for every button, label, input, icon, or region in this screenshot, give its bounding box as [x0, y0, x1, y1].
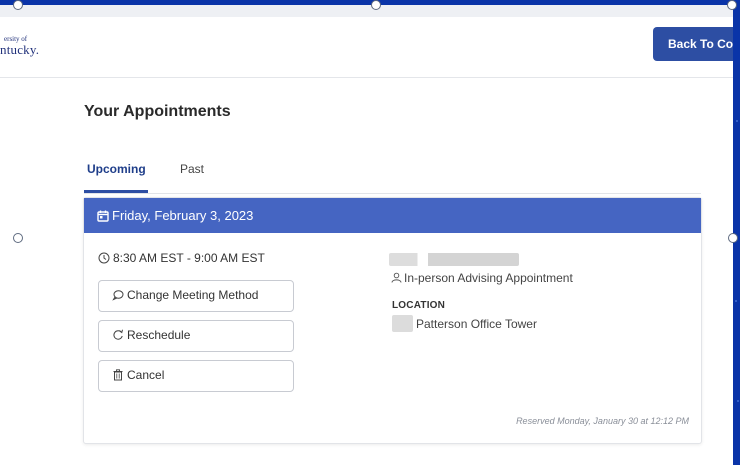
background-speck	[737, 400, 739, 402]
redacted-advisor-name	[389, 253, 519, 266]
logo-big-text: ntucky.	[0, 42, 40, 57]
background-speck	[736, 120, 738, 122]
appointment-time: 8:30 AM EST - 9:00 AM EST	[113, 251, 265, 265]
resize-handle-top-right[interactable]	[727, 0, 737, 10]
appointment-type: In-person Advising Appointment	[391, 271, 573, 285]
cancel-button[interactable]: Cancel	[98, 360, 294, 392]
page-title: Your Appointments	[84, 103, 231, 120]
site-header: ersity of ntucky. Back To Cou	[0, 17, 733, 78]
tabs-divider	[84, 193, 701, 194]
reschedule-button[interactable]: Reschedule	[98, 320, 294, 352]
background-speck	[735, 300, 737, 302]
change-meeting-method-label: Change Meeting Method	[127, 288, 259, 302]
calendar-icon	[97, 200, 109, 235]
appointment-type-label: In-person Advising Appointment	[404, 271, 573, 285]
chat-bubble-icon	[112, 289, 124, 304]
appointment-time-row: 8:30 AM EST - 9:00 AM EST	[98, 251, 265, 267]
location-label: LOCATION	[392, 300, 446, 311]
resize-handle-right[interactable]	[728, 233, 738, 243]
redacted-room-number	[392, 315, 413, 332]
tab-past[interactable]: Past	[180, 162, 204, 176]
reserved-timestamp: Reserved Monday, January 30 at 12:12 PM	[516, 416, 689, 426]
location-value: Patterson Office Tower	[416, 317, 537, 331]
back-to-course-button[interactable]: Back To Cou	[653, 27, 733, 61]
appointment-date-header: Friday, February 3, 2023	[84, 198, 701, 233]
cancel-label: Cancel	[127, 368, 165, 382]
refresh-icon	[112, 329, 124, 344]
resize-handle-top-left[interactable]	[13, 0, 23, 10]
window-top-edge	[0, 5, 733, 17]
trash-icon	[112, 369, 124, 384]
reschedule-label: Reschedule	[127, 328, 191, 342]
person-icon	[391, 272, 402, 283]
appointment-date: Friday, February 3, 2023	[112, 208, 254, 223]
resize-handle-left[interactable]	[13, 233, 23, 243]
change-meeting-method-button[interactable]: Change Meeting Method	[98, 280, 294, 312]
tab-upcoming[interactable]: Upcoming	[87, 162, 146, 176]
clock-icon	[98, 252, 110, 267]
university-logo[interactable]: ersity of ntucky.	[0, 35, 39, 57]
appointment-card: Friday, February 3, 2023 8:30 AM EST - 9…	[83, 197, 702, 444]
browser-window: ersity of ntucky. Back To Cou Your Appoi…	[0, 5, 733, 465]
resize-handle-top[interactable]	[371, 0, 381, 10]
